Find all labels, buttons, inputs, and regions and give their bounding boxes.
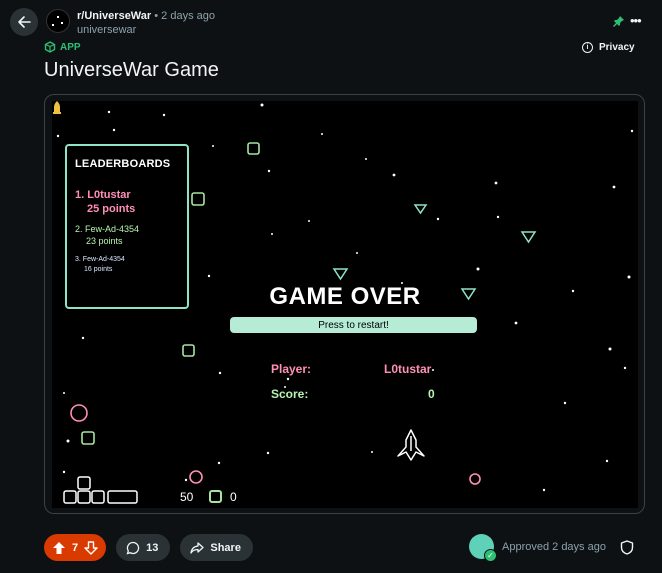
leaderboard-name: Few-Ad-4354 [82, 256, 125, 263]
vote-pill: 7 [44, 534, 107, 561]
share-icon [190, 541, 205, 554]
comments-button[interactable]: 13 [116, 534, 171, 561]
leaderboard-rank: 1. [75, 189, 85, 201]
share-label: Share [210, 541, 241, 554]
ammo-icon [53, 101, 61, 114]
score-label: Score: [271, 387, 309, 401]
player-value: L0tustar [384, 362, 432, 376]
game-over-title: GAME OVER [269, 283, 421, 310]
restart-button[interactable]: Press to restart! [230, 317, 477, 333]
leaderboard-rank: 2. [75, 224, 83, 234]
player-ship [397, 429, 425, 461]
back-button[interactable] [10, 8, 38, 36]
subreddit-line: r/UniverseWar • 2 days ago [77, 10, 215, 22]
moderator-avatar[interactable] [469, 534, 497, 562]
privacy-label: Privacy [599, 42, 635, 53]
leaderboard-name: L0tustar [87, 189, 131, 201]
score-value: 0 [428, 387, 435, 401]
app-cube-icon [44, 41, 56, 53]
game-canvas[interactable]: LEADERBOARDS 1. L0tustar 25 points 2. Fe… [52, 101, 638, 508]
leaderboard-rank: 3. [75, 256, 81, 263]
privacy-button[interactable]: i Privacy [582, 42, 635, 53]
downvote-icon[interactable] [84, 540, 98, 555]
mod-shield-icon[interactable] [620, 540, 634, 555]
comment-count: 13 [146, 541, 159, 554]
gem-count: 0 [230, 490, 237, 504]
post-title: UniverseWar Game [44, 59, 219, 81]
ammo-count: 50 [180, 490, 194, 504]
approval-status: Approved 2 days ago [469, 534, 606, 562]
comment-icon [126, 541, 140, 554]
vote-count: 7 [72, 541, 79, 554]
leaderboard-points: 25 points [87, 203, 136, 215]
subreddit-avatar[interactable] [46, 9, 70, 33]
approval-text: Approved 2 days ago [502, 540, 606, 553]
leaderboard-points: 16 points [84, 266, 113, 273]
arrow-left-icon [18, 16, 31, 28]
pink-circles [70, 404, 481, 485]
post-action-bar: 7 13 Share [44, 534, 253, 561]
info-icon: i [582, 42, 593, 53]
leaderboard-points: 23 points [86, 236, 123, 246]
game-frame: LEADERBOARDS 1. L0tustar 25 points 2. Fe… [44, 94, 645, 514]
subreddit-link[interactable]: r/UniverseWar [77, 10, 151, 22]
gem-icon [209, 490, 222, 503]
lives-indicator [63, 476, 138, 504]
separator-dot: • [154, 10, 159, 22]
leaderboard-entry-2: 2. Few-Ad-4354 23 points [75, 223, 179, 247]
app-badge: APP [44, 41, 81, 53]
share-button[interactable]: Share [180, 534, 253, 561]
player-label: Player: [271, 362, 312, 376]
post-time: 2 days ago [161, 10, 215, 22]
pin-icon [613, 16, 624, 27]
leaderboard-entry-1: 1. L0tustar 25 points [75, 188, 179, 216]
app-badge-label: APP [60, 41, 81, 53]
author-username[interactable]: universewar [77, 24, 136, 36]
upvote-icon[interactable] [52, 541, 66, 555]
leaderboard-name: Few-Ad-4354 [85, 224, 140, 234]
leaderboard-entry-3: 3. Few-Ad-4354 16 points [75, 255, 179, 275]
leaderboard-title: LEADERBOARDS [75, 158, 171, 170]
more-options-icon[interactable]: ••• [630, 14, 644, 28]
